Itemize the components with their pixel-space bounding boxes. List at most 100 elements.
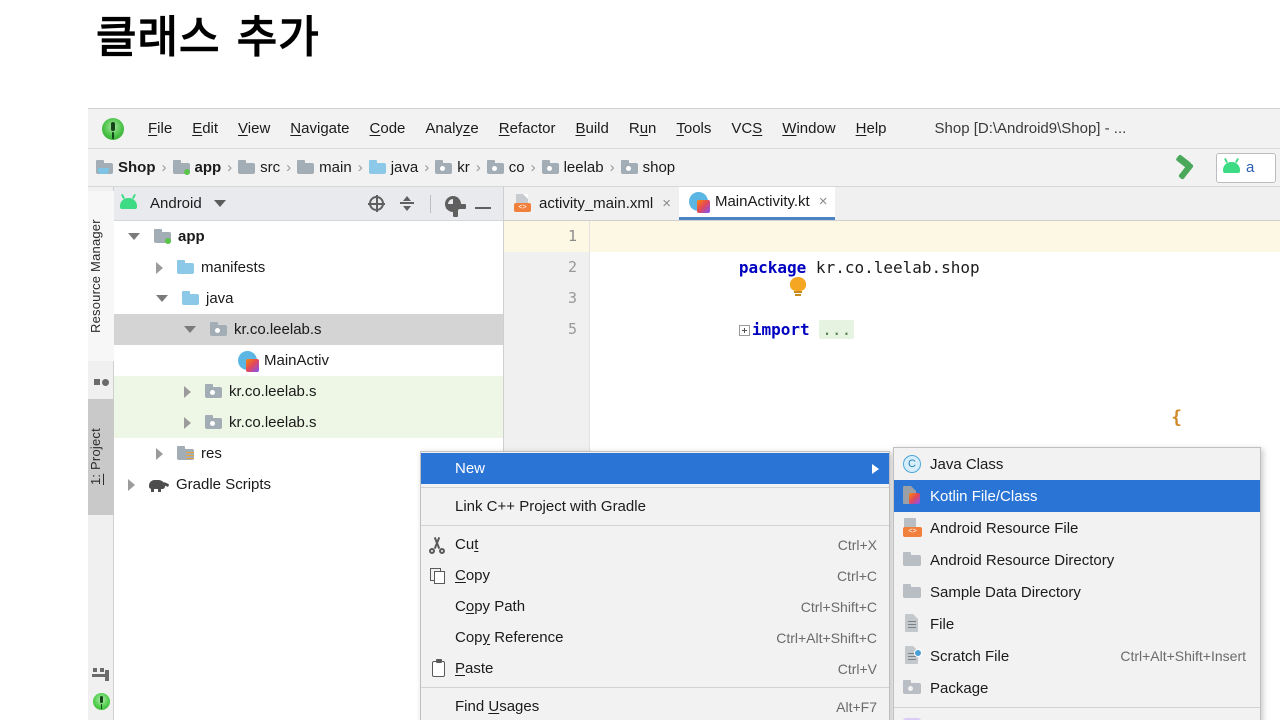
folder-shop-icon [96,161,113,174]
tree-row-package-selected[interactable]: kr.co.leelab.s [114,314,503,345]
android-icon [1223,162,1240,173]
cpp-class-icon: S [894,716,930,720]
twisty-collapsed-icon[interactable] [184,386,191,398]
menu-help[interactable]: Help [846,118,897,139]
tree-item-label: Gradle Scripts [176,476,271,493]
context-menu-accelerator: Ctrl+Shift+C [801,599,877,615]
collapse-all-icon[interactable] [398,195,416,213]
context-menu-item-copy-reference[interactable]: Copy Reference Ctrl+Alt+Shift+C [421,622,889,653]
menu-file[interactable]: File [138,118,182,139]
intention-bulb-icon[interactable] [790,277,806,297]
submenu-item-cpp-class[interactable]: S C++ Class [894,711,1260,720]
hammer-icon[interactable] [1174,155,1204,181]
tree-row-java[interactable]: java [114,283,503,314]
menu-view[interactable]: View [228,118,280,139]
chevron-right-icon [872,464,879,474]
build-variants-icon[interactable] [92,668,110,684]
folder-package-icon [894,677,930,699]
context-menu-item-cut[interactable]: Cut Ctrl+X [421,529,889,560]
menu-analyze[interactable]: Analyze [415,118,488,139]
menu-navigate[interactable]: Navigate [280,118,359,139]
menu-refactor[interactable]: Refactor [489,118,566,139]
twisty-collapsed-icon[interactable] [184,417,191,429]
breadcrumb-separator: › [610,159,615,176]
tree-row-mainactivity[interactable]: MainActiv [114,345,503,376]
tool-window-resource-manager[interactable]: Resource Manager [88,191,114,361]
gear-icon[interactable] [445,196,461,212]
breadcrumb-item-shop[interactable]: Shop [96,159,156,176]
minimize-icon[interactable] [475,207,491,209]
folder-package-icon [621,161,638,174]
locate-target-icon[interactable] [369,196,384,211]
tree-row-app[interactable]: app [114,221,503,252]
editor-tab-mainactivity-kt[interactable]: MainActivity.kt × [679,187,836,220]
breadcrumb-item-leelab[interactable]: leelab [542,159,604,176]
menu-vcs[interactable]: VCS [721,118,772,139]
breadcrumb-item-shop-package[interactable]: shop [621,159,676,176]
submenu-item-kotlin-file-class[interactable]: Kotlin File/Class [894,480,1260,512]
twisty-collapsed-icon[interactable] [156,262,163,274]
new-submenu: C Java Class Kotlin File/Class <> Androi… [893,447,1261,720]
submenu-item-package[interactable]: Package [894,672,1260,704]
breadcrumb-label: src [260,159,280,176]
context-menu-item-copy[interactable]: Copy Ctrl+C [421,560,889,591]
submenu-item-scratch-file[interactable]: Scratch File Ctrl+Alt+Shift+Insert [894,640,1260,672]
navigation-bar: Shop › app › src › main › java › [88,149,1280,187]
folder-package-icon [435,161,452,174]
context-menu-item-copy-path[interactable]: Copy Path Ctrl+Shift+C [421,591,889,622]
close-icon[interactable]: × [819,193,828,210]
close-icon[interactable]: × [662,195,671,212]
breadcrumb-separator: › [227,159,232,176]
slide-root: 클래스 추가 File Edit View Navigate Code Anal… [0,0,1280,720]
tool-window-project[interactable]: 1: Project [88,399,114,515]
tree-row-package-added-1[interactable]: kr.co.leelab.s [114,376,503,407]
context-menu-accelerator: Ctrl+Alt+Shift+C [776,630,877,646]
menu-window[interactable]: Window [772,118,845,139]
chevron-down-icon[interactable] [214,200,226,207]
menu-code[interactable]: Code [360,118,416,139]
breadcrumb-item-kr[interactable]: kr [435,159,470,176]
context-menu-item-find-usages[interactable]: Find Usages Alt+F7 [421,691,889,720]
menu-run[interactable]: Run [619,118,667,139]
breadcrumb-item-main[interactable]: main [297,159,352,176]
android-studio-logo-icon [102,118,124,140]
device-selector-combo[interactable]: a [1216,153,1276,183]
breadcrumb-item-co[interactable]: co [487,159,525,176]
twisty-expanded-icon[interactable] [128,233,140,240]
submenu-item-sample-data-directory[interactable]: Sample Data Directory [894,576,1260,608]
tree-row-package-added-2[interactable]: kr.co.leelab.s [114,407,503,438]
tree-row-manifests[interactable]: manifests [114,252,503,283]
menu-tools[interactable]: Tools [666,118,721,139]
breadcrumb-label: app [195,159,222,176]
resource-shapes-icon[interactable] [94,373,109,388]
twisty-expanded-icon[interactable] [156,295,168,302]
submenu-item-android-resource-file[interactable]: <> Android Resource File [894,512,1260,544]
breadcrumb-separator: › [358,159,363,176]
breadcrumb-item-app[interactable]: app [173,159,222,176]
code-keyword: import [752,320,810,339]
breadcrumb-item-java[interactable]: java [369,159,419,176]
submenu-item-java-class[interactable]: C Java Class [894,448,1260,480]
left-tool-strip: Resource Manager 1: Project [88,187,114,720]
submenu-item-file[interactable]: File [894,608,1260,640]
context-menu-item-paste[interactable]: Paste Ctrl+V [421,653,889,684]
menu-edit[interactable]: Edit [182,118,228,139]
folder-gray-icon [297,161,314,174]
folder-package-icon [210,323,227,336]
twisty-expanded-icon[interactable] [184,326,196,333]
fold-toggle-icon[interactable] [739,325,750,336]
twisty-collapsed-icon[interactable] [128,479,135,491]
submenu-item-android-resource-directory[interactable]: Android Resource Directory [894,544,1260,576]
twisty-collapsed-icon[interactable] [156,448,163,460]
folder-blue-icon [369,161,386,174]
kotlin-file-icon [238,351,257,370]
breadcrumb-item-src[interactable]: src [238,159,280,176]
context-menu-item-new[interactable]: New [421,453,889,484]
submenu-label: File [930,616,954,633]
menu-build[interactable]: Build [565,118,618,139]
folded-imports[interactable]: ... [819,320,854,339]
editor-tab-activity-main-xml[interactable]: <> activity_main.xml × [504,187,679,220]
code-keyword: package [739,258,806,277]
breadcrumb-label: kr [457,159,470,176]
context-menu-item-link-cpp[interactable]: Link C++ Project with Gradle [421,491,889,522]
